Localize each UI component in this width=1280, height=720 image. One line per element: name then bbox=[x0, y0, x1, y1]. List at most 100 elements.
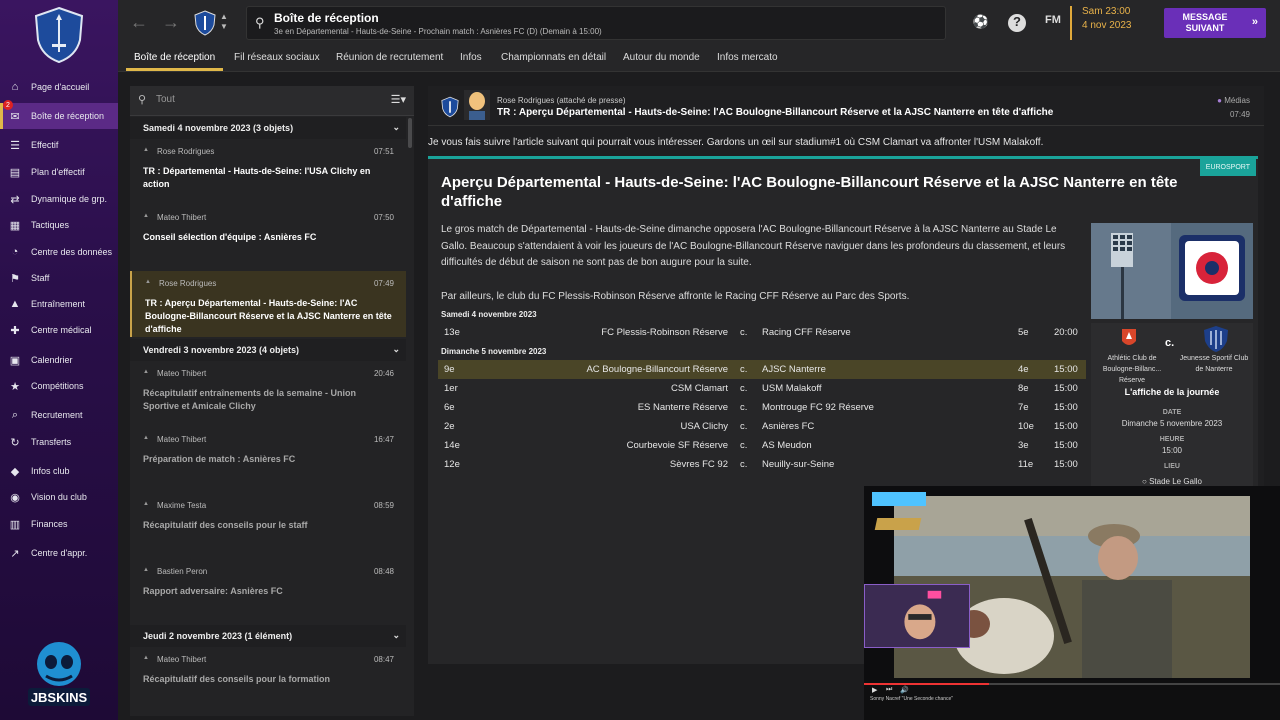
tab-1[interactable]: Fil réseaux sociaux bbox=[234, 52, 320, 63]
fixture-row[interactable]: 13e FC Plessis-Robinson Réserve c. Racing C… bbox=[438, 323, 1086, 342]
tab-6[interactable]: Infos mercato bbox=[717, 52, 778, 63]
sidebar-item-label: Staff bbox=[31, 273, 50, 283]
fixture-row[interactable]: 2e USA Clichy c. Asnières FC 10e 15:00 bbox=[438, 417, 1086, 436]
away-team-link[interactable]: Montrouge FC 92 Réserve bbox=[762, 402, 874, 413]
media-tag[interactable]: ● Médias bbox=[1217, 96, 1250, 105]
help-icon[interactable]: ? bbox=[1008, 14, 1026, 32]
club-switch-icon[interactable]: ▲ ▼ bbox=[220, 12, 228, 32]
stream-video-overlay[interactable]: ▶ ⏭ 🔊 Sonny Nacref "Une Seconde chance" bbox=[864, 486, 1280, 720]
sidebar-item-dynamics[interactable]: ⇄ Dynamique de grp. bbox=[0, 186, 118, 212]
match-venue[interactable]: ○ Stade Le Gallo bbox=[1091, 477, 1253, 486]
inbox-message[interactable]: Maxime Testa08:59 Récapitulatif des conse… bbox=[130, 493, 406, 559]
ball-icon[interactable]: ⚽ bbox=[972, 14, 990, 32]
tab-2[interactable]: Réunion de recrutement bbox=[336, 52, 443, 63]
sender-avatar[interactable] bbox=[464, 90, 490, 120]
streamer-logo-text: JBSKINS bbox=[31, 690, 88, 705]
inbox-message[interactable]: Mateo Thibert08:47 Récapitulatif des cons… bbox=[130, 647, 406, 713]
game-time: Sam 23:00 bbox=[1082, 6, 1131, 17]
back-arrow-icon[interactable]: ← bbox=[130, 12, 148, 33]
message-time: 07:49 bbox=[373, 279, 394, 288]
sidebar-item-club-vision[interactable]: ◉ Vision du club bbox=[0, 484, 118, 510]
away-team-link[interactable]: USM Malakoff bbox=[762, 383, 821, 394]
sidebar-item-trophy[interactable]: ★ Compétitions bbox=[0, 373, 118, 399]
sidebar-item-club-info[interactable]: ◆ Infos club bbox=[0, 458, 118, 484]
away-team-link[interactable]: Neuilly-sur-Seine bbox=[762, 459, 834, 470]
home-team-crest-icon[interactable] bbox=[1120, 327, 1138, 349]
inbox-message[interactable]: Bastien Peron08:48 Rapport adversaire: As… bbox=[130, 559, 406, 625]
tab-5[interactable]: Autour du monde bbox=[623, 52, 700, 63]
fixture-row[interactable]: 9e AC Boulogne-Billancourt Réserve c. AJSC … bbox=[438, 360, 1086, 379]
volume-icon[interactable]: 🔊 bbox=[900, 686, 909, 694]
sidebar-item-training[interactable]: ▲ Entraînement bbox=[0, 291, 118, 317]
away-position: 4e bbox=[1018, 364, 1029, 375]
home-team-link[interactable]: AC Boulogne-Billancourt Réserve bbox=[586, 364, 728, 375]
fixture-row[interactable]: 1er CSM Clamart c. USM Malakoff 8e 15:00 bbox=[438, 379, 1086, 398]
away-team-link[interactable]: Racing CFF Réserve bbox=[762, 327, 851, 338]
inbox-message[interactable]: Mateo Thibert16:47 Préparation de match :… bbox=[130, 427, 406, 493]
tab-3[interactable]: Infos bbox=[460, 52, 482, 63]
sidebar-item-transfers[interactable]: ↻ Transferts bbox=[0, 429, 118, 455]
home-team-link[interactable]: Sèvres FC 92 bbox=[670, 459, 728, 470]
sidebar-item-data-hub[interactable]: ◔ Centre des données bbox=[0, 239, 118, 265]
sidebar-item-staff[interactable]: ⚑ Staff bbox=[0, 265, 118, 291]
sidebar-item-finances[interactable]: ▥ Finances bbox=[0, 511, 118, 537]
chevron-down-icon[interactable]: ⌄ bbox=[392, 122, 400, 133]
home-icon: ⌂ bbox=[11, 81, 19, 93]
sidebar-item-home[interactable]: ⌂ Page d'accueil bbox=[0, 74, 118, 100]
sidebar-item-label: Dynamique de grp. bbox=[31, 194, 108, 204]
inbox-filter[interactable]: ⚲ Tout ☰▾ bbox=[130, 86, 414, 116]
sidebar-item-inbox[interactable]: ✉ 2 Boîte de réception bbox=[0, 100, 118, 129]
fm-menu-button[interactable]: FM bbox=[1040, 14, 1066, 32]
sidebar-item-medical[interactable]: ✚ Centre médical bbox=[0, 317, 118, 343]
play-icon[interactable]: ▶ bbox=[872, 686, 877, 694]
fixture-row[interactable]: 14e Courbevoie SF Réserve c. AS Meudon 3e 15:… bbox=[438, 436, 1086, 455]
message-subject: TR : Aperçu Départemental - Hauts-de-Sei… bbox=[145, 298, 392, 334]
tab-0[interactable]: Boîte de réception bbox=[125, 52, 224, 71]
inbox-message[interactable]: Mateo Thibert07:50 Conseil sélection d'éq… bbox=[130, 205, 406, 271]
video-progress[interactable] bbox=[864, 683, 1280, 685]
inbox-group-header[interactable]: Samedi 4 novembre 2023 (3 objets) ⌄ bbox=[130, 117, 406, 139]
game-date[interactable]: Sam 23:00 4 nov 2023 bbox=[1070, 6, 1154, 40]
inbox-scrollbar[interactable] bbox=[408, 118, 412, 148]
away-team-link[interactable]: AS Meudon bbox=[762, 440, 812, 451]
home-team-link[interactable]: FC Plessis-Robinson Réserve bbox=[601, 327, 728, 338]
away-team-link[interactable]: Asnières FC bbox=[762, 421, 814, 432]
away-team-name[interactable]: Jeunesse Sportif Club de Nanterre bbox=[1177, 353, 1251, 375]
inbox-message[interactable]: Rose Rodrigues07:51 TR : Départemental - … bbox=[130, 139, 406, 205]
tab-4[interactable]: Championnats en détail bbox=[501, 52, 606, 63]
sidebar-item-learning[interactable]: ↗ Centre d'appr. bbox=[0, 540, 118, 566]
sidebar-item-squad-plan[interactable]: ▤ Plan d'effectif bbox=[0, 159, 118, 185]
sidebar-item-scouting[interactable]: ⌕ Recrutement bbox=[0, 402, 118, 428]
next-message-button[interactable]: MESSAGE SUIVANT » bbox=[1164, 8, 1266, 38]
chevron-down-icon[interactable]: ⌄ bbox=[392, 630, 400, 641]
next-video-icon[interactable]: ⏭ bbox=[886, 686, 892, 694]
list-menu-icon[interactable]: ☰▾ bbox=[391, 93, 406, 106]
home-team-name[interactable]: Athlétic Club de Boulogne-Billanc... Rés… bbox=[1095, 353, 1169, 386]
fixture-row[interactable]: 6e ES Nanterre Réserve c. Montrouge FC 92 R… bbox=[438, 398, 1086, 417]
home-team-link[interactable]: ES Nanterre Réserve bbox=[638, 402, 728, 413]
forward-arrow-icon[interactable]: → bbox=[162, 12, 180, 33]
home-team-link[interactable]: CSM Clamart bbox=[671, 383, 728, 394]
away-position: 5e bbox=[1018, 327, 1029, 338]
inbox-group-header[interactable]: Jeudi 2 novembre 2023 (1 élément) ⌄ bbox=[130, 625, 406, 647]
sidebar-item-tactics[interactable]: ▦ Tactiques bbox=[0, 212, 118, 238]
chevron-down-icon[interactable]: ⌄ bbox=[392, 344, 400, 355]
inbox-message[interactable]: Rose Rodrigues07:49 TR : Aperçu Départeme… bbox=[130, 271, 406, 337]
inbox-message[interactable]: Mateo Thibert20:46 Récapitulatif entraîne… bbox=[130, 361, 406, 427]
club-shield-icon[interactable] bbox=[194, 10, 216, 36]
sidebar-item-calendar[interactable]: ▣ Calendrier bbox=[0, 347, 118, 373]
venue-label: LIEU bbox=[1164, 463, 1180, 470]
away-team-crest-icon[interactable] bbox=[1203, 325, 1229, 353]
club-badge-icon[interactable] bbox=[34, 6, 84, 64]
home-team-link[interactable]: Courbevoie SF Réserve bbox=[627, 440, 728, 451]
message-time: 08:47 bbox=[373, 655, 394, 664]
video-controls[interactable]: ▶ ⏭ 🔊 Sonny Nacref "Une Seconde chance" bbox=[864, 680, 1280, 720]
away-team-link[interactable]: AJSC Nanterre bbox=[762, 364, 826, 375]
kickoff-time: 15:00 bbox=[1054, 421, 1078, 432]
inbox-group-header[interactable]: Vendredi 3 novembre 2023 (4 objets) ⌄ bbox=[130, 339, 406, 361]
fixture-row[interactable]: 12e Sèvres FC 92 c. Neuilly-sur-Seine 11e 15:… bbox=[438, 455, 1086, 474]
article-paragraph: Le gros match de Départemental - Hauts-d… bbox=[441, 224, 1066, 268]
home-team-link[interactable]: USA Clichy bbox=[680, 421, 728, 432]
match-preview-info: Athlétic Club de Boulogne-Billanc... Rés… bbox=[1091, 323, 1253, 513]
sidebar-item-squad[interactable]: ☰ Effectif bbox=[0, 132, 118, 158]
